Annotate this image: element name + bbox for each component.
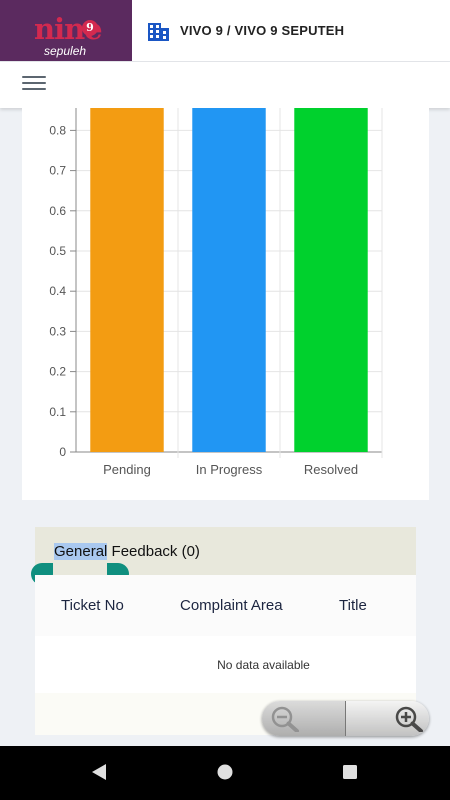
bar-pending: [90, 108, 164, 452]
zoom-in-button[interactable]: [346, 701, 429, 736]
feedback-title-rest: Feedback (0): [107, 543, 200, 560]
table-body: No data available: [35, 636, 416, 693]
top-bar: nine 9 sepuleh VIVO 9 / VIVO 9 SEPUTEH: [0, 0, 450, 62]
y-tick-label: 0.3: [49, 324, 66, 338]
logo-subtitle: sepuleh: [44, 44, 87, 58]
column-ticket-no[interactable]: Ticket No: [61, 597, 124, 614]
y-tick-label: 0.7: [49, 164, 66, 178]
logo-badge: 9: [82, 20, 98, 36]
y-tick-label: 0.8: [49, 123, 66, 137]
empty-table-message: No data available: [217, 658, 310, 672]
x-tick-label: Pending: [103, 462, 151, 477]
status-chart-card: 0 0.1 0.2 0.3 0.4 0.5 0.6 0.7 0.8 Pending In Progr…: [22, 108, 429, 500]
y-tick-label: 0: [59, 445, 66, 459]
bar-resolved: [294, 108, 368, 452]
recents-icon[interactable]: [341, 763, 359, 781]
x-tick-label: Resolved: [304, 462, 358, 477]
hamburger-menu-icon[interactable]: [22, 76, 46, 94]
feedback-title: General Feedback (0): [54, 543, 200, 560]
app-logo[interactable]: nine 9 sepuleh: [0, 0, 132, 61]
y-tick-label: 0.6: [49, 204, 66, 218]
building-icon: [148, 23, 169, 41]
status-bar-chart: 0 0.1 0.2 0.3 0.4 0.5 0.6 0.7 0.8 Pending In Progr…: [49, 108, 383, 477]
bar-in-progress: [192, 108, 266, 452]
zoom-control: [262, 701, 429, 736]
table-header: Ticket No Complaint Area Title: [35, 575, 416, 636]
nav-bar: [0, 62, 450, 108]
x-tick-label: In Progress: [196, 462, 263, 477]
zoom-out-button[interactable]: [262, 701, 345, 736]
site-title: VIVO 9 / VIVO 9 SEPUTEH: [180, 23, 345, 38]
y-tick-label: 0.1: [49, 405, 66, 419]
system-navigation-bar: [0, 746, 450, 800]
selected-text[interactable]: General: [54, 543, 108, 560]
zoom-out-icon: [271, 706, 299, 732]
zoom-in-icon: [395, 706, 423, 732]
column-complaint-area[interactable]: Complaint Area: [180, 597, 283, 614]
feedback-header: General Feedback (0): [35, 527, 416, 575]
y-tick-label: 0.4: [49, 284, 66, 298]
y-tick-label: 0.2: [49, 365, 66, 379]
y-tick-label: 0.5: [49, 244, 66, 258]
back-icon[interactable]: [90, 763, 108, 781]
home-icon[interactable]: [216, 763, 234, 781]
column-title[interactable]: Title: [339, 597, 367, 614]
